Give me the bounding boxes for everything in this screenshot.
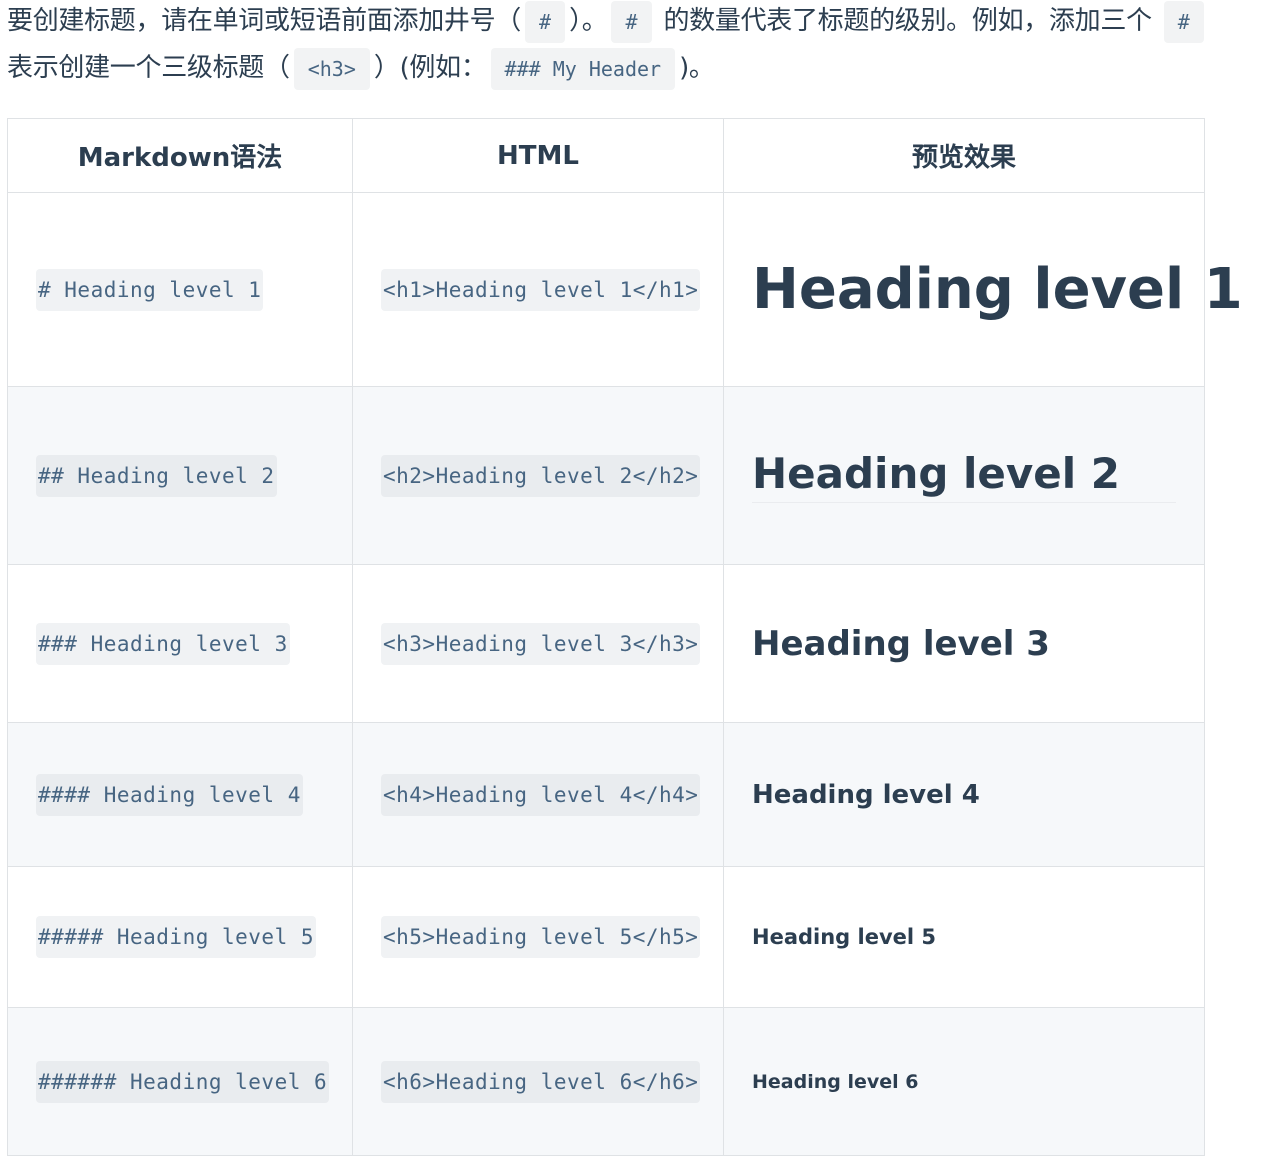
html-code: <h1>Heading level 1</h1> xyxy=(381,268,701,311)
html-cell: <h6>Heading level 6</h6> xyxy=(352,1007,724,1156)
markdown-code: #### Heading level 4 xyxy=(36,773,303,816)
markdown-cell: # Heading level 1 xyxy=(7,192,353,387)
table-row: ##### Heading level 5 <h5>Heading level … xyxy=(7,866,1205,1008)
table-row: #### Heading level 4 <h4>Heading level 4… xyxy=(7,722,1205,867)
markdown-code: ###### Heading level 6 xyxy=(36,1060,330,1103)
intro-text: ）。 xyxy=(569,6,608,36)
markdown-code: ### Heading level 3 xyxy=(36,622,290,665)
heading-syntax-table: Markdown语法 HTML 预览效果 # Heading level 1 <… xyxy=(7,118,1243,1156)
intro-paragraph: 要创建标题，请在单词或短语前面添加井号（ #）。 # 的数量代表了标题的级别。例如，… xyxy=(7,0,1273,92)
table-row: ###### Heading level 6 <h6>Heading level… xyxy=(7,1007,1205,1156)
html-code: <h5>Heading level 5</h5> xyxy=(381,916,701,958)
intro-text: 的数量代表了标题的级别。例如，添加三个 xyxy=(655,6,1160,36)
preview-cell: Heading level 1 xyxy=(723,192,1243,387)
preview-cell: Heading level 2 xyxy=(723,386,1205,565)
intro-text: )。 xyxy=(679,53,715,83)
intro-text: ）(例如： xyxy=(373,53,487,83)
preview-heading-3: Heading level 3 xyxy=(752,623,1050,664)
preview-cell: Heading level 3 xyxy=(723,564,1205,723)
preview-heading-5: Heading level 5 xyxy=(752,925,937,949)
html-code: <h6>Heading level 6</h6> xyxy=(381,1060,701,1103)
markdown-cell: ##### Heading level 5 xyxy=(7,866,353,1008)
inline-code-hash: # xyxy=(525,1,566,43)
markdown-cell: ###### Heading level 6 xyxy=(7,1007,353,1156)
html-code: <h4>Heading level 4</h4> xyxy=(381,773,701,816)
column-header-markdown: Markdown语法 xyxy=(7,118,353,193)
inline-code-h3: <h3> xyxy=(293,48,370,90)
intro-line-1: 要创建标题，请在单词或短语前面添加井号（ #）。 # 的数量代表了标题的级别。例如，… xyxy=(7,0,1273,45)
markdown-cell: ### Heading level 3 xyxy=(7,564,353,723)
column-header-preview: 预览效果 xyxy=(723,118,1205,193)
inline-code-hash: # xyxy=(1163,1,1204,43)
html-cell: <h2>Heading level 2</h2> xyxy=(352,386,724,565)
markdown-cell: ## Heading level 2 xyxy=(7,386,353,565)
html-code: <h2>Heading level 2</h2> xyxy=(381,454,701,497)
table-row: ## Heading level 2 <h2>Heading level 2</… xyxy=(7,386,1205,565)
html-code: <h3>Heading level 3</h3> xyxy=(381,622,701,665)
html-cell: <h4>Heading level 4</h4> xyxy=(352,722,724,867)
inline-code-example: ### My Header xyxy=(490,48,676,90)
html-cell: <h5>Heading level 5</h5> xyxy=(352,866,724,1008)
preview-cell: Heading level 6 xyxy=(723,1007,1205,1156)
intro-text: 表示创建一个三级标题（ xyxy=(7,53,290,83)
markdown-code: ## Heading level 2 xyxy=(36,454,277,497)
inline-code-hash: # xyxy=(611,1,652,43)
preview-cell: Heading level 5 xyxy=(723,866,1205,1008)
table-row: # Heading level 1 <h1>Heading level 1</h… xyxy=(7,192,1243,387)
column-header-html: HTML xyxy=(352,118,724,193)
preview-cell: Heading level 4 xyxy=(723,722,1205,867)
preview-heading-2: Heading level 2 xyxy=(752,449,1176,503)
markdown-code: # Heading level 1 xyxy=(36,268,264,311)
html-cell: <h3>Heading level 3</h3> xyxy=(352,564,724,723)
preview-heading-1: Heading level 1 xyxy=(752,257,1243,322)
preview-heading-4: Heading level 4 xyxy=(752,779,980,810)
intro-text: 要创建标题，请在单词或短语前面添加井号（ xyxy=(7,6,522,36)
intro-line-2: 表示创建一个三级标题（ <h3> ）(例如： ### My Header)。 xyxy=(7,45,1273,92)
html-cell: <h1>Heading level 1</h1> xyxy=(352,192,724,387)
markdown-code: ##### Heading level 5 xyxy=(36,916,317,958)
table-row: ### Heading level 3 <h3>Heading level 3<… xyxy=(7,564,1205,723)
preview-heading-6: Heading level 6 xyxy=(752,1070,919,1093)
table-header-row: Markdown语法 HTML 预览效果 xyxy=(7,118,1205,193)
markdown-cell: #### Heading level 4 xyxy=(7,722,353,867)
